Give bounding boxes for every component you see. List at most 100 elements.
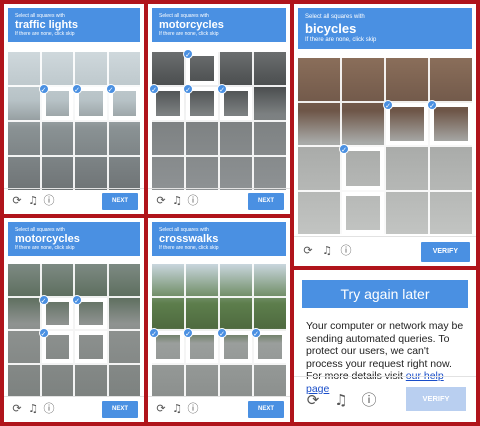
image-tile[interactable] [385,57,429,102]
image-tile[interactable] [253,363,287,397]
image-tile[interactable] [219,363,253,397]
image-tile[interactable] [74,363,108,397]
headphones-icon[interactable]: ♫ [170,402,184,416]
image-tile[interactable] [7,263,41,297]
image-tile[interactable] [219,296,253,330]
image-tile[interactable] [185,263,219,297]
headphones-icon[interactable]: ♫ [170,194,184,208]
image-tile[interactable] [253,263,287,297]
image-tile[interactable] [151,51,185,86]
reload-icon[interactable]: ⟳ [10,194,24,208]
image-tile[interactable] [253,121,287,156]
image-tile[interactable] [429,146,473,191]
image-tile[interactable]: ✓ [72,294,108,330]
image-tile[interactable]: ✓ [217,84,253,121]
image-tile[interactable] [185,296,219,330]
image-tile[interactable] [297,57,341,102]
image-tile[interactable] [185,363,219,397]
image-tile[interactable] [297,101,341,146]
reload-icon[interactable]: ⟳ [301,244,315,258]
next-button[interactable]: NEXT [247,193,284,210]
reload-icon[interactable]: ⟳ [10,402,24,416]
image-tile[interactable] [107,330,141,364]
image-tile[interactable] [74,263,108,297]
image-tile[interactable] [341,101,385,146]
image-tile[interactable]: ✓ [217,328,253,364]
image-tile[interactable] [7,330,41,364]
image-tile[interactable] [297,190,341,235]
info-icon[interactable]: ⓘ [42,194,56,208]
image-tile[interactable] [185,121,219,156]
image-tile[interactable] [7,296,41,330]
info-icon[interactable]: ⓘ [186,402,200,416]
image-tile[interactable] [40,156,74,191]
image-tile[interactable] [40,263,74,297]
headphones-icon[interactable]: ♫ [26,194,40,208]
headphones-icon[interactable]: ♫ [26,402,40,416]
next-button[interactable]: NEXT [247,401,284,418]
image-tile[interactable] [107,363,141,397]
next-button[interactable]: NEXT [101,401,138,418]
image-tile[interactable] [40,363,74,397]
reload-icon[interactable]: ⟳ [154,402,168,416]
image-tile[interactable] [7,363,41,397]
image-tile[interactable] [151,263,185,297]
image-tile[interactable] [7,156,41,191]
verify-button[interactable]: VERIFY [406,387,466,411]
image-tile[interactable] [74,330,108,364]
headphones-icon[interactable]: ♫ [332,391,350,409]
image-tile[interactable] [151,296,185,330]
image-tile[interactable] [107,156,141,191]
image-tile[interactable] [74,51,108,86]
image-tile[interactable] [7,51,41,86]
image-tile[interactable]: ✓ [427,99,473,146]
image-tile[interactable]: ✓ [339,144,385,191]
image-tile[interactable] [107,263,141,297]
image-tile[interactable] [429,57,473,102]
image-tile[interactable] [74,156,108,191]
image-tile[interactable] [7,121,41,156]
image-tile[interactable] [253,156,287,191]
image-tile[interactable] [385,190,429,235]
reload-icon[interactable]: ⟳ [154,194,168,208]
image-tile[interactable]: ✓ [149,328,185,364]
image-tile[interactable] [429,190,473,235]
info-icon[interactable]: ⓘ [360,391,378,409]
image-tile[interactable] [40,51,74,86]
image-tile[interactable] [219,263,253,297]
image-tile[interactable] [341,190,385,235]
image-tile[interactable] [253,86,287,121]
image-tile[interactable] [219,121,253,156]
image-tile[interactable] [40,121,74,156]
image-tile[interactable]: ✓ [183,84,219,121]
image-tile[interactable] [219,51,253,86]
image-tile[interactable] [151,363,185,397]
image-tile[interactable]: ✓ [105,84,141,121]
image-tile[interactable] [107,51,141,86]
image-tile[interactable] [107,296,141,330]
image-tile[interactable] [253,296,287,330]
image-tile[interactable] [253,51,287,86]
info-icon[interactable]: ⓘ [339,244,353,258]
image-tile[interactable]: ✓ [183,49,219,86]
image-tile[interactable]: ✓ [149,84,185,121]
image-tile[interactable] [151,156,185,191]
image-tile[interactable]: ✓ [38,294,74,330]
next-button[interactable]: NEXT [101,193,138,210]
image-tile[interactable] [297,146,341,191]
image-tile[interactable] [107,121,141,156]
info-icon[interactable]: ⓘ [186,194,200,208]
image-tile[interactable]: ✓ [383,99,429,146]
image-tile[interactable] [185,156,219,191]
image-tile[interactable]: ✓ [72,84,108,121]
verify-button[interactable]: VERIFY [420,242,470,262]
image-tile[interactable] [341,57,385,102]
image-tile[interactable]: ✓ [38,328,74,364]
info-icon[interactable]: ⓘ [42,402,56,416]
reload-icon[interactable]: ⟳ [304,391,322,409]
image-tile[interactable] [219,156,253,191]
image-tile[interactable] [385,146,429,191]
image-tile[interactable] [151,121,185,156]
image-tile[interactable]: ✓ [38,84,74,121]
headphones-icon[interactable]: ♫ [320,244,334,258]
